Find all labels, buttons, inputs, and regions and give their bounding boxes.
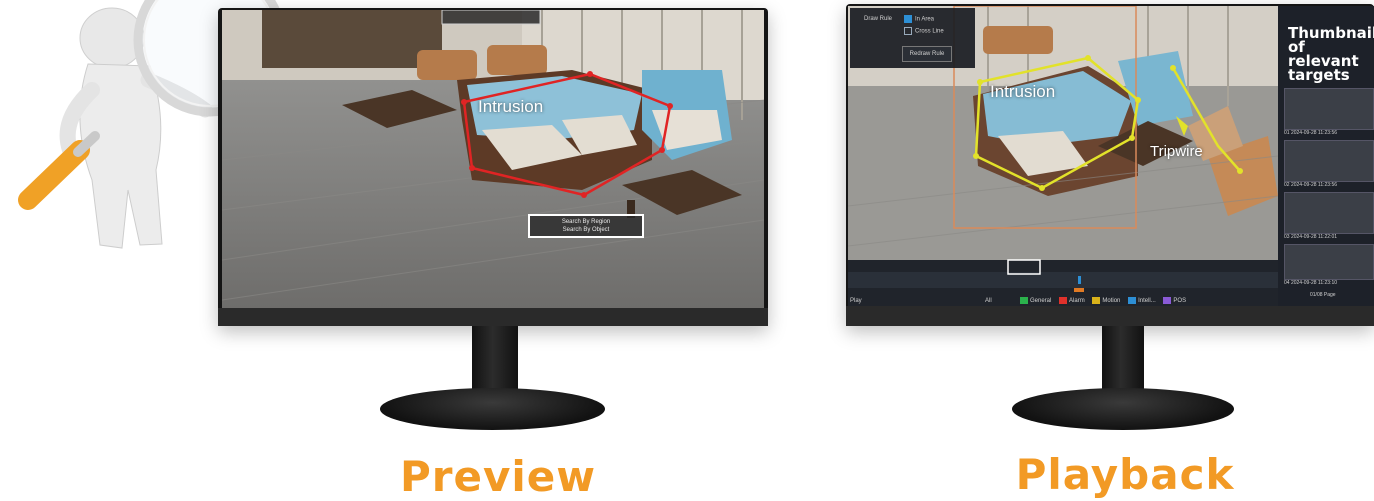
cross-line-checkbox[interactable] <box>904 27 912 35</box>
draw-rule-label: Draw Rule <box>864 16 893 22</box>
thumbnail-item[interactable]: 01 2024-09-28 11:23:56 <box>1284 88 1374 136</box>
in-area-checkbox[interactable] <box>904 15 912 23</box>
legend-intelligent[interactable]: Intell... <box>1128 297 1156 304</box>
playback-tripwire-label: Tripwire <box>1150 143 1203 160</box>
thumbnail-panel-title: Thumbnail of relevant targets <box>1288 24 1374 84</box>
thumbnail-image[interactable] <box>1284 192 1374 234</box>
thumbnail-image[interactable] <box>1284 244 1374 280</box>
thumbnail-image[interactable] <box>1284 88 1374 130</box>
thumbnail-timestamp: 01 2024-09-28 11:23:56 <box>1284 130 1338 136</box>
playback-caption: Playback <box>1015 450 1235 499</box>
legend-general[interactable]: General <box>1020 297 1051 304</box>
thumbnail-item[interactable]: 04 2024-09-28 11:23:10 <box>1284 244 1374 286</box>
timeline-legend: General Alarm Motion Intell... POS <box>1020 297 1192 306</box>
playback-intrusion-label: Intrusion <box>990 82 1056 101</box>
preview-caption: Preview <box>400 452 597 501</box>
timeline-play-label: Play <box>850 298 862 304</box>
timeline-all-filter[interactable]: All <box>985 298 992 304</box>
preview-intrusion-label: Intrusion <box>478 97 544 116</box>
menu-item-search-by-object[interactable]: Search By Object <box>534 226 638 234</box>
thumbnail-item[interactable]: 03 2024-09-28 11:22:01 <box>1284 192 1374 240</box>
thumbnail-panel: Thumbnail of relevant targets 01 2024-09… <box>1280 8 1374 304</box>
playback-monitor-chin <box>846 306 1374 326</box>
legend-motion[interactable]: Motion <box>1092 297 1120 304</box>
legend-pos[interactable]: POS <box>1163 297 1186 304</box>
preview-screen <box>222 10 764 308</box>
preview-monitor-chin <box>218 308 768 326</box>
menu-item-search-by-region[interactable]: Search By Region <box>534 218 638 226</box>
legend-alarm[interactable]: Alarm <box>1059 297 1085 304</box>
thumbnail-timestamp: 02 2024-09-28 11:23:56 <box>1284 182 1338 188</box>
preview-monitor-stand-base <box>380 388 605 430</box>
playback-monitor-stand-base <box>1012 388 1234 430</box>
thumbnail-timestamp: 04 2024-09-28 11:23:10 <box>1284 280 1338 286</box>
cross-line-option[interactable]: Cross Line <box>904 27 944 35</box>
playback-monitor-stand-neck <box>1102 326 1144 396</box>
rule-panel: Draw Rule In Area Cross Line Redraw Rule <box>850 8 975 68</box>
preview-context-menu[interactable]: Search By Region Search By Object <box>528 214 644 238</box>
redraw-rule-button[interactable]: Redraw Rule <box>902 46 952 62</box>
thumbnail-pager[interactable]: 01/08 Page <box>1310 292 1336 298</box>
preview-monitor-stand-neck <box>472 326 518 396</box>
thumbnail-timestamp: 03 2024-09-28 11:22:01 <box>1284 234 1338 240</box>
thumbnail-item[interactable]: 02 2024-09-28 11:23:56 <box>1284 140 1374 188</box>
in-area-option[interactable]: In Area <box>904 15 934 23</box>
thumbnail-image[interactable] <box>1284 140 1374 182</box>
